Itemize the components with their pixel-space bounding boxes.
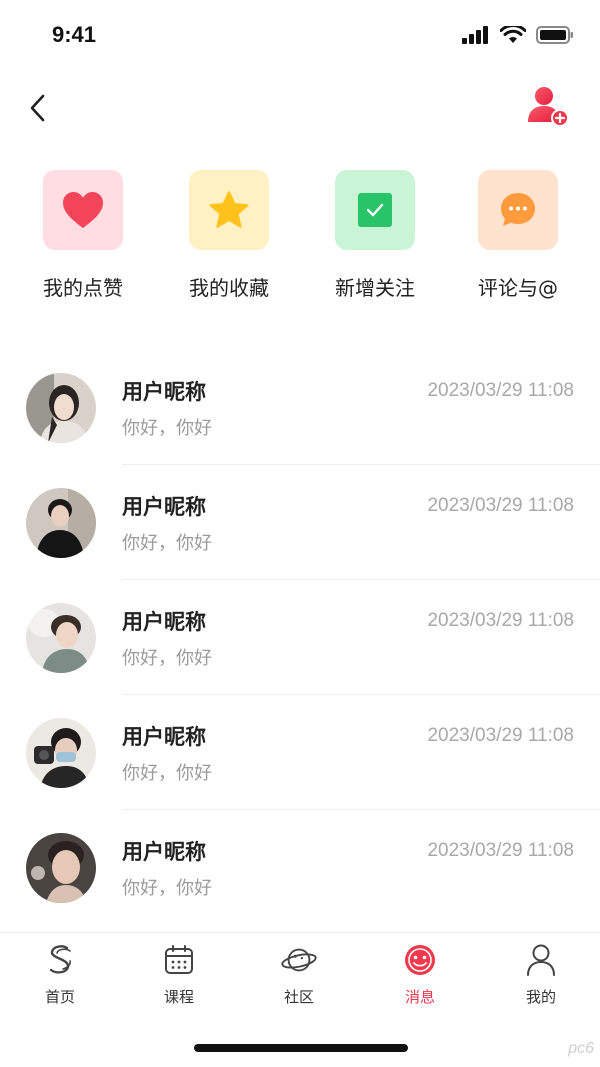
message-item[interactable]: 用户昵称 2023/03/29 11:08 你好，你好 bbox=[0, 695, 600, 810]
avatar bbox=[26, 373, 96, 443]
tab-label: 消息 bbox=[404, 988, 435, 1006]
message-time: 2023/03/29 11:08 bbox=[427, 840, 574, 861]
message-name: 用户昵称 bbox=[122, 840, 206, 864]
message-list: 用户昵称 2023/03/29 11:08 你好，你好 用户昵称 2023/03… bbox=[0, 350, 600, 925]
quick-label: 评论与@ bbox=[478, 276, 558, 300]
comment-icon bbox=[501, 193, 535, 226]
message-item[interactable]: 用户昵称 2023/03/29 11:08 你好，你好 bbox=[0, 580, 600, 695]
message-name: 用户昵称 bbox=[122, 725, 206, 749]
message-item[interactable]: 用户昵称 2023/03/29 11:08 你好，你好 bbox=[0, 350, 600, 465]
tab-courses[interactable]: 课程 bbox=[139, 942, 219, 1007]
likes-tile bbox=[43, 170, 123, 250]
message-name: 用户昵称 bbox=[122, 610, 206, 634]
calendar-icon bbox=[161, 942, 197, 978]
home-indicator bbox=[194, 1044, 408, 1052]
avatar bbox=[26, 603, 96, 673]
check-square-icon bbox=[358, 193, 392, 227]
message-item[interactable]: 用户昵称 2023/03/29 11:08 你好，你好 bbox=[0, 810, 600, 925]
quick-entries: 我的点赞 我的收藏 新增关注 评论与@ bbox=[0, 170, 600, 310]
user-icon bbox=[523, 942, 559, 978]
add-user-icon bbox=[528, 87, 569, 127]
quick-label: 新增关注 bbox=[335, 276, 415, 300]
message-preview: 你好，你好 bbox=[122, 763, 212, 784]
message-preview: 你好，你好 bbox=[122, 533, 212, 554]
tab-label: 首页 bbox=[44, 988, 75, 1006]
message-time: 2023/03/29 11:08 bbox=[427, 725, 574, 746]
tab-label: 课程 bbox=[163, 988, 194, 1006]
message-preview: 你好，你好 bbox=[122, 418, 212, 439]
back-button[interactable] bbox=[20, 88, 54, 128]
message-name: 用户昵称 bbox=[122, 380, 206, 404]
favorites-tile bbox=[189, 170, 269, 250]
header bbox=[0, 70, 600, 150]
add-friend-button[interactable] bbox=[526, 84, 570, 128]
status-time: 9:41 bbox=[52, 22, 97, 47]
quick-favorites[interactable]: 我的收藏 bbox=[164, 170, 294, 301]
home-logo-icon bbox=[42, 942, 78, 978]
tab-community[interactable]: 社区 bbox=[259, 942, 339, 1007]
tab-messages[interactable]: 消息 bbox=[380, 942, 460, 1007]
tab-label: 我的 bbox=[525, 988, 556, 1006]
battery-icon bbox=[536, 26, 573, 44]
message-smile-icon bbox=[402, 942, 438, 978]
wifi-icon bbox=[500, 26, 526, 43]
message-time: 2023/03/29 11:08 bbox=[427, 495, 574, 516]
avatar bbox=[26, 833, 96, 903]
message-name: 用户昵称 bbox=[122, 495, 206, 519]
message-preview: 你好，你好 bbox=[122, 648, 212, 669]
comments-tile bbox=[478, 170, 558, 250]
planet-icon bbox=[281, 942, 317, 978]
signal-icon bbox=[462, 26, 488, 44]
tab-home[interactable]: 首页 bbox=[20, 942, 100, 1007]
message-preview: 你好，你好 bbox=[122, 878, 212, 899]
star-icon bbox=[209, 191, 249, 228]
tab-label: 社区 bbox=[283, 988, 314, 1006]
heart-icon bbox=[63, 192, 103, 228]
quick-comments[interactable]: 评论与@ bbox=[453, 170, 583, 301]
chevron-left-icon bbox=[30, 94, 45, 122]
status-icons bbox=[462, 26, 574, 44]
message-time: 2023/03/29 11:08 bbox=[427, 380, 574, 401]
avatar bbox=[26, 488, 96, 558]
quick-likes[interactable]: 我的点赞 bbox=[18, 170, 148, 301]
quick-new-follows[interactable]: 新增关注 bbox=[310, 170, 440, 301]
message-time: 2023/03/29 11:08 bbox=[427, 610, 574, 631]
quick-label: 我的收藏 bbox=[189, 276, 269, 300]
tab-profile[interactable]: 我的 bbox=[501, 942, 581, 1007]
follows-tile bbox=[335, 170, 415, 250]
watermark: pc6 bbox=[568, 1040, 594, 1057]
avatar bbox=[26, 718, 96, 788]
status-bar: 9:41 bbox=[0, 0, 600, 70]
message-item[interactable]: 用户昵称 2023/03/29 11:08 你好，你好 bbox=[0, 465, 600, 580]
quick-label: 我的点赞 bbox=[43, 276, 123, 300]
